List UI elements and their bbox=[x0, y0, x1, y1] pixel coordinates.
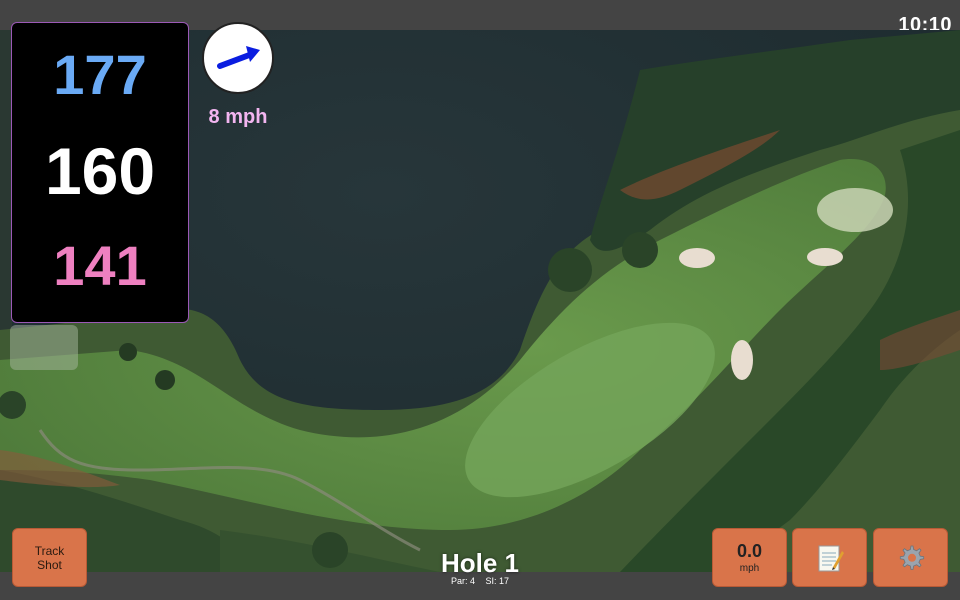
hole-info: Par: 4 SI: 17 bbox=[380, 577, 580, 586]
speed-button[interactable]: 0.0 mph bbox=[712, 528, 787, 587]
wind-indicator bbox=[202, 22, 274, 94]
distance-panel: 177 160 141 bbox=[11, 22, 189, 323]
track-shot-label-1: Track bbox=[34, 543, 65, 558]
center-distance: 160 bbox=[44, 134, 156, 208]
speed-value: 0.0 bbox=[736, 541, 763, 561]
settings-button[interactable] bbox=[873, 528, 948, 587]
notepad-icon bbox=[818, 545, 844, 571]
hole-title: Hole 1 bbox=[440, 548, 520, 578]
gear-icon bbox=[899, 545, 924, 570]
track-shot-label-2: Shot bbox=[37, 557, 62, 572]
hole-par: Par: 4 bbox=[450, 576, 475, 586]
hole-stroke-index: SI: 17 bbox=[485, 576, 510, 586]
wind-speed: 8 mph bbox=[208, 106, 268, 128]
notes-button[interactable] bbox=[792, 528, 867, 587]
track-shot-button[interactable]: Track Shot bbox=[12, 528, 87, 587]
front-distance: 141 bbox=[53, 234, 147, 297]
speed-unit: mph bbox=[739, 563, 760, 574]
back-distance: 177 bbox=[53, 43, 147, 106]
arrow-right-icon bbox=[217, 46, 260, 69]
